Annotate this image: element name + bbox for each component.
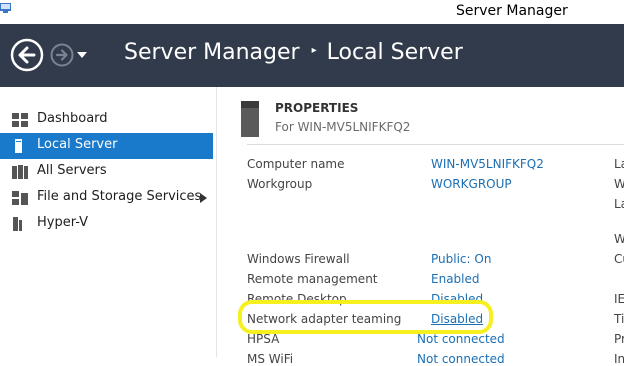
properties-panel: PROPERTIES For WIN-MV5LNIFKFQ2 Computer …: [217, 87, 624, 366]
properties-subtitle: For WIN-MV5LNIFKFQ2: [275, 120, 411, 134]
breadcrumb-current: Local Server: [326, 40, 463, 65]
sidebar-item-file-storage[interactable]: File and Storage Services: [0, 185, 213, 211]
dashboard-icon: [12, 113, 28, 127]
right-column-label: In: [614, 352, 624, 366]
right-column-label: La: [614, 197, 624, 211]
history-dropdown-icon[interactable]: [76, 51, 88, 59]
breadcrumb-root[interactable]: Server Manager: [124, 40, 300, 65]
right-column-label: W: [614, 177, 624, 191]
file-storage-icon: [12, 191, 28, 205]
right-column-label: IE: [614, 292, 624, 306]
window-titlebar: Server Manager: [0, 0, 624, 24]
sidebar-item-label: Hyper-V: [37, 215, 89, 230]
breadcrumb-separator-icon: ▸: [311, 44, 317, 56]
local-server-icon: [15, 139, 22, 153]
property-value-remote-management[interactable]: Enabled: [431, 272, 480, 286]
header-bar: Server Manager ▸ Local Server: [0, 24, 624, 87]
properties-title: PROPERTIES: [275, 101, 359, 115]
all-servers-icon: [12, 165, 28, 179]
right-column-label: Pr: [614, 332, 624, 346]
right-column-label: W: [614, 232, 624, 246]
breadcrumb: Server Manager ▸ Local Server: [124, 40, 463, 65]
property-value-computer-name[interactable]: WIN-MV5LNIFKFQ2: [431, 157, 544, 171]
window-title: Server Manager: [456, 3, 568, 19]
property-label: MS WiFi: [247, 352, 294, 366]
property-label: Remote management: [247, 272, 378, 286]
property-value-workgroup[interactable]: WORKGROUP: [431, 177, 512, 191]
right-column-label: La: [614, 157, 624, 171]
sidebar-item-all-servers[interactable]: All Servers: [0, 159, 213, 185]
sidebar-item-label: Local Server: [37, 137, 118, 152]
right-column-label: Cu: [614, 252, 624, 266]
property-value-ms-wifi[interactable]: Not connected: [417, 352, 505, 366]
sidebar-item-label: All Servers: [37, 163, 107, 178]
right-column-label: Ti: [614, 312, 624, 326]
property-label: HPSA: [247, 332, 280, 346]
server-manager-app-icon[interactable]: [0, 2, 12, 14]
forward-button[interactable]: [50, 43, 74, 67]
server-icon: [241, 101, 259, 137]
sidebar-item-label: File and Storage Services: [37, 189, 202, 204]
highlight-annotation: [238, 300, 493, 334]
property-label: Workgroup: [247, 177, 313, 191]
sidebar-item-local-server[interactable]: Local Server: [0, 133, 213, 159]
sidebar-item-label: Dashboard: [37, 111, 108, 126]
property-value-hpsa[interactable]: Not connected: [417, 332, 505, 346]
divider: [247, 144, 624, 145]
property-label: Windows Firewall: [247, 252, 350, 266]
sidebar-item-dashboard[interactable]: Dashboard: [0, 107, 213, 133]
back-button[interactable]: [10, 38, 44, 72]
sidebar: Dashboard Local Server All Servers File …: [0, 87, 217, 357]
property-value-firewall[interactable]: Public: On: [431, 252, 491, 266]
sidebar-item-hyper-v[interactable]: Hyper-V: [0, 211, 213, 237]
hyper-v-icon: [13, 217, 22, 231]
property-label: Computer name: [247, 157, 345, 171]
submenu-arrow-icon[interactable]: [200, 193, 207, 203]
